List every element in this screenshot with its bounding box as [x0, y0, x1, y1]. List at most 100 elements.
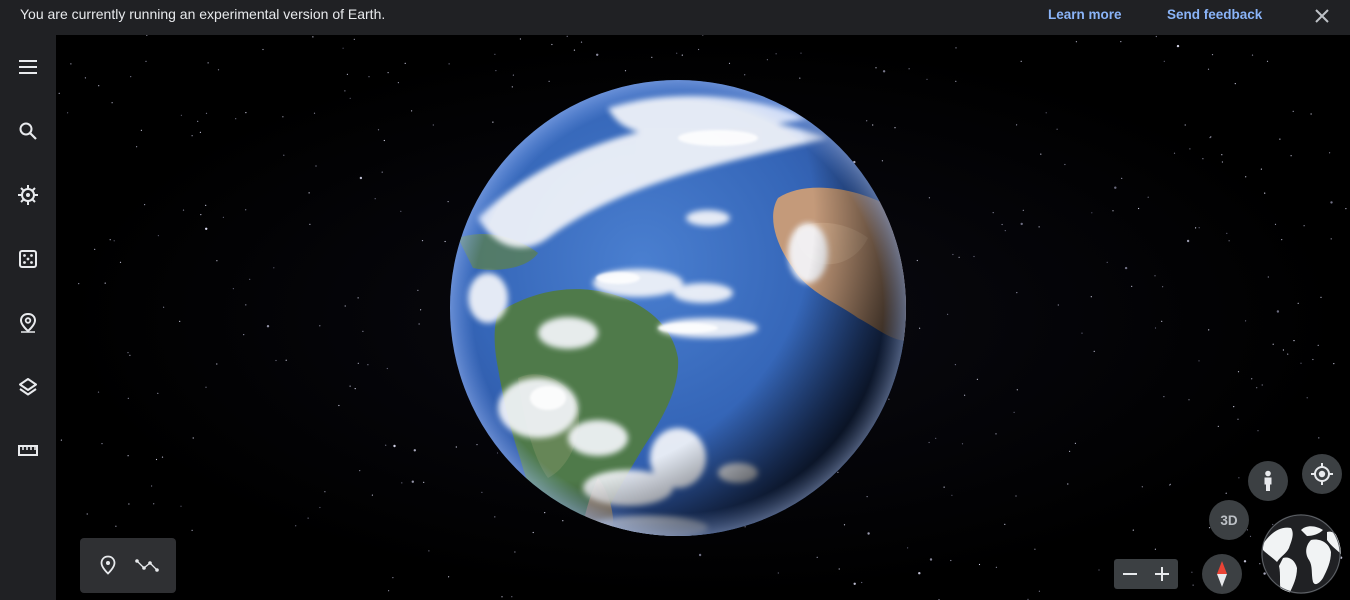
star: [180, 505, 182, 507]
star: [702, 35, 704, 36]
star: [217, 69, 220, 71]
star: [388, 590, 390, 592]
star: [119, 261, 122, 263]
star: [676, 52, 678, 54]
minus-icon: [1123, 573, 1137, 575]
star: [1004, 523, 1006, 525]
star: [205, 227, 208, 230]
star: [1208, 329, 1210, 331]
star: [1154, 327, 1157, 329]
star: [958, 256, 960, 258]
star: [1020, 222, 1023, 226]
star: [1297, 302, 1299, 304]
star: [319, 506, 321, 509]
toggle-3d-button[interactable]: 3D: [1209, 500, 1249, 540]
zoom-controls: [1114, 559, 1178, 589]
star: [651, 56, 653, 58]
star: [387, 72, 389, 74]
add-placemark-button[interactable]: [95, 552, 121, 578]
star: [596, 53, 599, 56]
compass-button[interactable]: [1202, 554, 1242, 594]
star: [838, 568, 840, 570]
star: [926, 78, 928, 80]
star: [344, 90, 346, 92]
learn-more-link[interactable]: Learn more: [1048, 7, 1122, 22]
zoom-out-button[interactable]: [1114, 559, 1146, 589]
star: [1112, 210, 1114, 212]
star: [1272, 343, 1274, 345]
star: [145, 60, 147, 62]
search-button[interactable]: [12, 115, 44, 147]
star: [354, 388, 356, 390]
star: [501, 596, 503, 598]
star: [1257, 430, 1259, 432]
star: [205, 386, 207, 388]
draw-line-button[interactable]: [134, 552, 160, 578]
star: [1138, 207, 1140, 210]
star: [111, 102, 113, 104]
star: [216, 363, 218, 365]
add-placemark-icon: [100, 555, 116, 575]
star: [494, 53, 496, 55]
star: [1163, 60, 1165, 62]
star: [1155, 35, 1157, 38]
star: [1249, 535, 1252, 537]
star: [1251, 54, 1254, 56]
voyager-button[interactable]: [12, 179, 44, 211]
map-style-button[interactable]: [12, 371, 44, 403]
star: [744, 74, 746, 76]
compass-icon: [1217, 561, 1227, 587]
map-style-icon: [19, 378, 37, 396]
star: [1154, 275, 1156, 277]
star: [1120, 41, 1122, 43]
star: [1290, 155, 1292, 157]
mini-globe-navigator[interactable]: [1261, 514, 1341, 594]
star: [950, 559, 952, 562]
star: [918, 572, 921, 575]
star: [800, 52, 802, 54]
star: [191, 529, 193, 531]
projects-button[interactable]: [12, 307, 44, 339]
star: [954, 364, 957, 366]
star: [1176, 44, 1180, 48]
close-icon[interactable]: [1311, 5, 1333, 27]
earth-viewport[interactable]: [56, 35, 1350, 600]
star: [97, 391, 100, 393]
star: [1090, 296, 1092, 298]
star: [423, 481, 425, 483]
star: [916, 259, 918, 262]
zoom-in-button[interactable]: [1146, 559, 1178, 589]
star: [418, 323, 420, 325]
star: [908, 68, 910, 70]
feeling-lucky-button[interactable]: [12, 243, 44, 275]
star: [367, 364, 369, 366]
star: [681, 54, 683, 56]
star: [182, 209, 185, 211]
send-feedback-link[interactable]: Send feedback: [1167, 7, 1262, 22]
earth-globe[interactable]: [448, 78, 908, 538]
star: [1202, 158, 1204, 160]
star: [511, 596, 513, 598]
star: [262, 48, 264, 51]
star: [374, 198, 376, 200]
pegman-button[interactable]: [1248, 461, 1288, 501]
measure-button[interactable]: [12, 435, 44, 467]
my-location-button[interactable]: [1302, 454, 1342, 494]
star: [1016, 292, 1018, 294]
star: [1016, 389, 1018, 391]
star: [1038, 226, 1040, 228]
star: [1256, 387, 1258, 389]
star: [115, 525, 117, 527]
star: [1221, 154, 1223, 156]
star: [1040, 153, 1042, 155]
star: [1188, 399, 1190, 401]
star: [1186, 239, 1190, 243]
star: [404, 62, 406, 64]
star: [401, 482, 403, 484]
star: [955, 47, 957, 49]
menu-button[interactable]: [12, 51, 44, 83]
star: [580, 41, 583, 43]
star: [952, 253, 954, 256]
star: [359, 470, 361, 472]
star: [519, 38, 521, 40]
